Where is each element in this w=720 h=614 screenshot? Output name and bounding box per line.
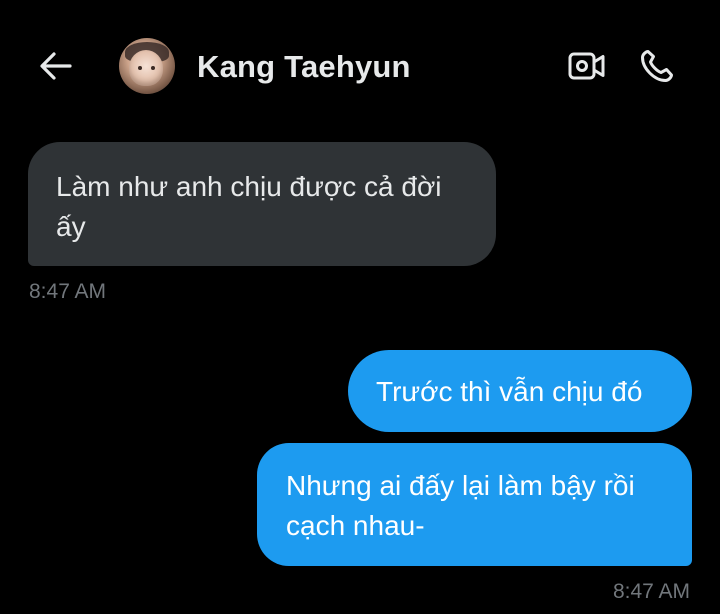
phone-icon <box>639 48 675 84</box>
avatar-face <box>129 50 163 86</box>
avatar-eye-right <box>151 66 155 70</box>
message-bubble-outgoing[interactable]: Trước thì vẫn chịu đó <box>348 350 692 432</box>
message-bubble-incoming[interactable]: Làm như anh chịu được cả đời ấy <box>28 142 496 266</box>
video-call-button[interactable] <box>566 46 608 86</box>
arrow-left-icon <box>39 51 73 81</box>
message-timestamp: 8:47 AM <box>29 280 107 303</box>
avatar-eye-left <box>138 66 142 70</box>
video-camera-icon <box>568 51 606 81</box>
message-timestamp: 8:47 AM <box>612 580 690 603</box>
contact-name[interactable]: Kang Taehyun <box>197 49 411 85</box>
conversation-header: Kang Taehyun <box>0 0 720 130</box>
message-bubble-outgoing[interactable]: Nhưng ai đấy lại làm bậy rồi cạch nhau- <box>257 443 692 566</box>
back-button[interactable] <box>36 46 76 86</box>
voice-call-button[interactable] <box>636 45 678 87</box>
avatar[interactable] <box>119 38 175 94</box>
